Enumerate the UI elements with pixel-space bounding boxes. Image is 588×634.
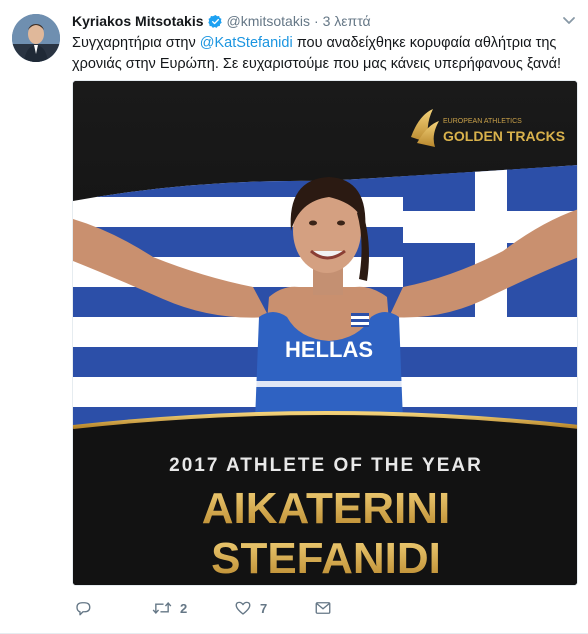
reply-button[interactable] (74, 598, 100, 618)
retweet-icon (152, 599, 172, 617)
heart-icon (234, 599, 252, 617)
tweet-header: Kyriakos Mitsotakis @kmitsotakis · 3 λεπ… (72, 11, 371, 31)
logo-line-2: GOLDEN TRACKS (443, 128, 565, 144)
retweet-count: 2 (180, 600, 188, 616)
author-name[interactable]: Kyriakos Mitsotakis (72, 13, 204, 29)
mention-link[interactable]: @KatStefanidi (200, 35, 293, 51)
tweet-actions: 2 7 (72, 598, 372, 618)
author-handle[interactable]: @kmitsotakis (227, 13, 310, 29)
reply-icon (74, 599, 92, 617)
tweet-media-image[interactable]: HELLAS EUROPEAN ATHLETICS GOLDEN TRACKS (72, 80, 578, 586)
logo-line-1: EUROPEAN ATHLETICS (443, 118, 522, 125)
verified-badge-icon (207, 14, 223, 29)
like-button[interactable]: 7 (234, 598, 267, 618)
first-name-text: AIKATERINI (202, 484, 451, 533)
like-count: 7 (260, 600, 268, 616)
envelope-icon (314, 599, 332, 617)
tweet-text-before: Συγχαρητήρια στην (72, 35, 200, 51)
timestamp[interactable]: 3 λεπτά (323, 13, 371, 29)
tweet-text: Συγχαρητήρια στην @KatStefanidi που αναδ… (72, 33, 582, 75)
retweet-button[interactable]: 2 (152, 598, 187, 618)
chevron-down-icon[interactable] (562, 14, 576, 26)
tweet[interactable]: Kyriakos Mitsotakis @kmitsotakis · 3 λεπ… (0, 0, 588, 634)
jersey-text: HELLAS (285, 337, 373, 362)
separator-dot: · (313, 13, 319, 29)
direct-message-button[interactable] (314, 598, 332, 618)
headline-text: 2017 ATHLETE OF THE YEAR (169, 455, 483, 476)
avatar[interactable] (12, 14, 60, 62)
last-name-text: STEFANIDI (211, 534, 441, 583)
